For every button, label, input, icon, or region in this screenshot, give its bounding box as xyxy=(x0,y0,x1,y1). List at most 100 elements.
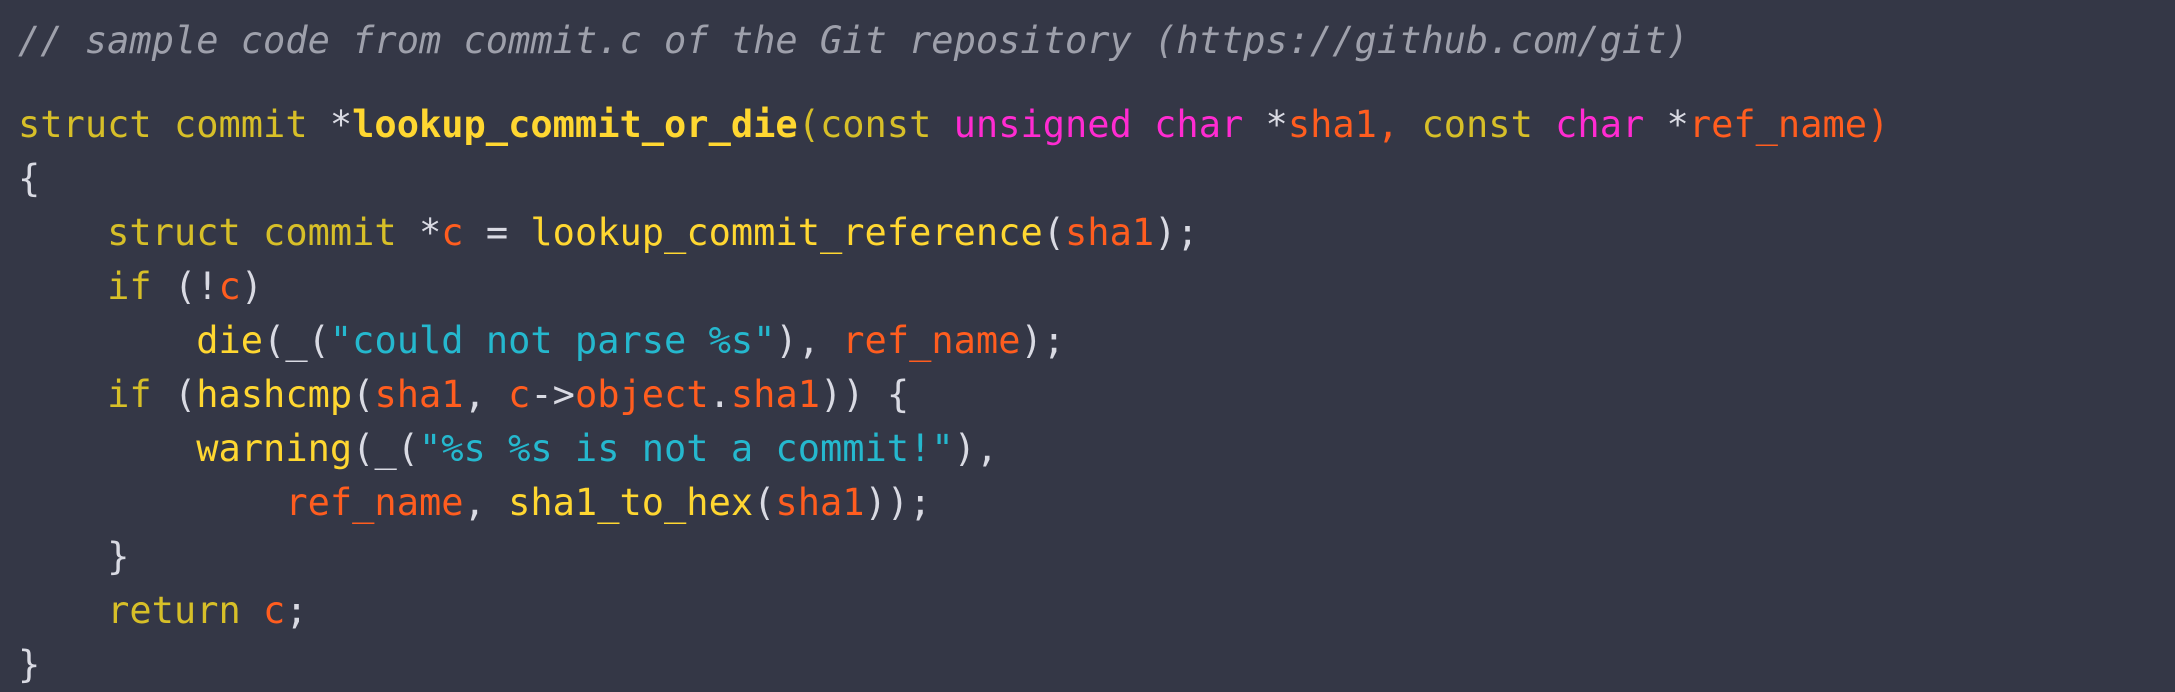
code-token: "could not parse %s" xyxy=(329,319,776,362)
code-token: struct xyxy=(107,211,241,254)
code-token: die xyxy=(196,319,264,362)
code-token: ) xyxy=(240,265,264,308)
code-token: const xyxy=(1421,103,1533,146)
code-token: ); xyxy=(1020,319,1066,362)
code-token: c xyxy=(263,589,286,632)
line-close-brace: } xyxy=(18,638,2175,692)
code-token: // sample code from commit.c of the Git … xyxy=(18,19,1689,62)
line-return: return c; xyxy=(18,584,2175,638)
code-token: sha1 xyxy=(374,373,464,416)
line-if-hashcmp: if (hashcmp(sha1, c->object.sha1)) { xyxy=(18,368,2175,422)
line-if-not-c: if (!c) xyxy=(18,260,2175,314)
line-warning-args: ref_name, sha1_to_hex(sha1)); xyxy=(18,476,2175,530)
code-token: struct xyxy=(18,103,152,146)
code-token: )) { xyxy=(820,373,910,416)
code-token: ( xyxy=(753,481,776,524)
code-token: * xyxy=(418,211,442,254)
code-token: sha1 xyxy=(1287,103,1377,146)
code-token: lookup_commit_or_die xyxy=(352,103,798,146)
code-token: sha1 xyxy=(730,373,821,416)
code-token: ) xyxy=(1867,103,1890,146)
code-token: sha1 xyxy=(1065,211,1155,254)
code-token: if xyxy=(107,373,152,416)
code-token: char xyxy=(1555,103,1645,146)
code-token: commit xyxy=(263,211,397,254)
code-token: ), xyxy=(953,427,999,470)
code-token: sha1 xyxy=(775,481,865,524)
line-close-inner-brace: } xyxy=(18,530,2175,584)
line-signature: struct commit *lookup_commit_or_die(cons… xyxy=(18,98,2175,152)
code-token: ( xyxy=(263,319,286,362)
code-token: sha1_to_hex xyxy=(508,481,754,524)
code-token: , xyxy=(463,481,486,524)
code-token: if xyxy=(107,265,152,308)
code-token: ( xyxy=(1042,211,1066,254)
code-token: commit xyxy=(173,103,308,146)
code-token: return xyxy=(107,589,241,632)
code-token: * xyxy=(1666,103,1689,146)
code-token: object xyxy=(574,373,709,416)
code-token: } xyxy=(107,535,130,578)
code-token: const xyxy=(819,103,932,146)
code-token: ( xyxy=(307,319,330,362)
code-token: ; xyxy=(285,589,308,632)
line-warning: warning(_("%s %s is not a commit!"), xyxy=(18,422,2175,476)
code-token: * xyxy=(1265,103,1288,146)
line-open-brace: { xyxy=(18,152,2175,206)
code-token: ref_name xyxy=(1688,103,1868,146)
code-token: lookup_commit_reference xyxy=(530,211,1043,254)
code-token: warning xyxy=(196,427,353,470)
code-token: } xyxy=(18,643,41,686)
code-token: ( xyxy=(797,103,820,146)
code-token: _ xyxy=(374,427,397,470)
code-token: c xyxy=(441,211,464,254)
code-token: _ xyxy=(285,319,308,362)
code-token: ( xyxy=(173,373,197,416)
code-token: (! xyxy=(173,265,219,308)
code-token: ref_name xyxy=(842,319,1021,362)
line-decl-c: struct commit *c = lookup_commit_referen… xyxy=(18,206,2175,260)
code-block[interactable]: // sample code from commit.c of the Git … xyxy=(0,0,2175,686)
code-token: * xyxy=(329,103,353,146)
code-token: , xyxy=(1376,103,1400,146)
code-token: ( xyxy=(352,373,375,416)
code-token: ( xyxy=(396,427,419,470)
code-token: )); xyxy=(864,481,932,524)
code-token: "%s %s is not a commit!" xyxy=(419,427,954,470)
code-token: , xyxy=(463,373,486,416)
line-blank xyxy=(18,68,2175,98)
code-token: ); xyxy=(1154,211,1199,254)
code-token: { xyxy=(18,157,41,200)
code-token: ref_name xyxy=(285,481,464,524)
code-token: ( xyxy=(352,427,375,470)
code-token: char xyxy=(1154,103,1244,146)
code-token: = xyxy=(485,211,509,254)
code-token: ), xyxy=(775,319,820,362)
code-token: . xyxy=(708,373,731,416)
code-token: c xyxy=(508,373,531,416)
